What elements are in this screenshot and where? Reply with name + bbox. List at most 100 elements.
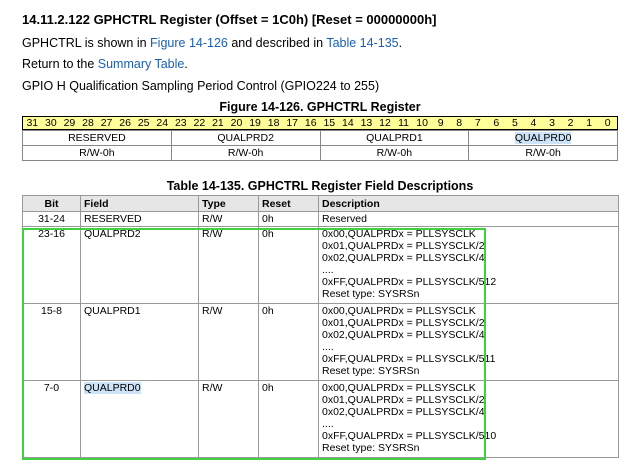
desc-line: 0x00,QUALPRDx = PLLSYSCLK	[322, 228, 476, 240]
cell-bit: 31-24	[22, 211, 81, 227]
bit-number: 19	[249, 117, 261, 129]
bit-number: 30	[45, 117, 57, 129]
col-header-bit: Bit	[22, 195, 81, 212]
bit-number: 18	[267, 117, 280, 129]
bit-number-row: 31 30 29 28 27 26 25 24 23 22 21 20 19 18 17 16 15 14 13 12…	[22, 116, 618, 130]
cell-description: Reserved	[317, 211, 620, 227]
bit-number: 25	[137, 117, 150, 129]
bit-number: 5	[511, 117, 518, 129]
bit-number: 27	[100, 117, 113, 129]
table-row: 23-16 QUALPRD2 R/W 0h 0x00,QUALPRDx = PL…	[22, 226, 620, 304]
desc-line: ....	[322, 341, 334, 353]
intro-middle: and described in	[227, 36, 327, 50]
bit-number: 23	[174, 117, 187, 129]
bit-number: 29	[63, 117, 76, 129]
desc-line: ....	[322, 418, 334, 430]
col-header-reset: Reset	[258, 195, 319, 212]
bit-number: 8	[456, 117, 463, 129]
cell-reset: 0h	[258, 303, 319, 381]
field-description-table: Bit Field Type Reset Description 31-24 R…	[22, 195, 620, 458]
intro-prefix: GPHCTRL is shown in	[22, 36, 151, 50]
cell-type: R/W	[198, 380, 259, 458]
cell-bit: 7-0	[22, 380, 81, 458]
qualprd0-field-highlight: QUALPRD0	[84, 382, 141, 394]
desc-line: 0xFF,QUALPRDx = PLLSYSCLK/512	[322, 276, 497, 288]
bit-number: 9	[437, 117, 444, 129]
desc-line: 0x02,QUALPRDx = PLLSYSCLK/4	[322, 329, 485, 341]
bit-number: 0	[604, 117, 611, 129]
summary-table-link[interactable]: Summary Table	[98, 57, 185, 71]
table-row: 31-24 RESERVED R/W 0h Reserved	[22, 211, 620, 227]
bit-number: 6	[493, 117, 500, 129]
desc-line: Reset type: SYSRSn	[322, 442, 420, 454]
desc-line: Reset type: SYSRSn	[322, 288, 420, 300]
bit-number: 20	[230, 117, 243, 129]
cell-bit: 15-8	[22, 303, 81, 381]
reg-field-qualprd0: QUALPRD0	[468, 130, 618, 146]
cell-field: RESERVED	[80, 211, 199, 227]
bit-number: 1	[586, 117, 593, 129]
register-field-row: RESERVED QUALPRD2 QUALPRD1 QUALPRD0	[22, 130, 618, 146]
bit-number: 14	[342, 117, 354, 129]
desc-line: 0x02,QUALPRDx = PLLSYSCLK/4	[322, 406, 485, 418]
bit-number: 31	[26, 117, 39, 129]
bit-number: 16	[304, 117, 317, 129]
col-header-field: Field	[80, 195, 199, 212]
reg-field-qualprd1: QUALPRD1	[319, 130, 470, 146]
bit-number: 13	[360, 117, 373, 129]
cell-description: 0x00,QUALPRDx = PLLSYSCLK 0x01,QUALPRDx …	[317, 380, 620, 458]
return-prefix: Return to the	[22, 57, 98, 71]
figure-title: Figure 14-126. GPHCTRL Register	[219, 100, 421, 114]
cell-reset: 0h	[258, 226, 319, 304]
cell-type: R/W	[198, 303, 259, 381]
bit-number: 21	[212, 117, 224, 129]
reg-access-qualprd2: R/W-0h	[170, 145, 321, 161]
bit-number: 26	[119, 117, 131, 129]
desc-line: Reset type: SYSRSn	[322, 365, 420, 377]
bit-number: 17	[286, 117, 298, 129]
desc-line: 0x02,QUALPRDx = PLLSYSCLK/4	[322, 252, 485, 264]
table-link[interactable]: Table 14-135	[326, 36, 398, 50]
desc-line: 0xFF,QUALPRDx = PLLSYSCLK/511	[322, 353, 496, 365]
bit-number: 24	[156, 117, 169, 129]
desc-line: 0x01,QUALPRDx = PLLSYSCLK/2	[322, 394, 485, 406]
desc-line: 0xFF,QUALPRDx = PLLSYSCLK/510	[322, 430, 497, 442]
bit-number: 7	[474, 117, 481, 129]
bit-number: 11	[398, 117, 409, 129]
register-layout-table: RESERVED QUALPRD2 QUALPRD1 QUALPRD0 R/W-…	[22, 130, 618, 161]
reg-field-reserved: RESERVED	[22, 130, 172, 146]
reg-access-reserved: R/W-0h	[22, 145, 172, 161]
bit-number: 12	[379, 117, 391, 129]
bit-number: 3	[549, 117, 555, 129]
intro-paragraph: GPHCTRL is shown in Figure 14-126 and de…	[22, 36, 402, 50]
cell-field: QUALPRD1	[80, 303, 199, 381]
desc-line: 0x00,QUALPRDx = PLLSYSCLK	[322, 305, 476, 317]
bit-number: 28	[82, 117, 94, 129]
cell-reset: 0h	[258, 380, 319, 458]
return-suffix: .	[184, 57, 188, 71]
bit-number: 4	[530, 117, 537, 129]
bit-number: 10	[416, 117, 428, 129]
figure-link[interactable]: Figure 14-126	[150, 36, 228, 50]
col-header-description: Description	[317, 195, 620, 212]
cell-field: QUALPRD0	[80, 380, 199, 458]
table-row: 7-0 QUALPRD0 R/W 0h 0x00,QUALPRDx = PLLS…	[22, 380, 620, 458]
register-access-row: R/W-0h R/W-0h R/W-0h R/W-0h	[22, 145, 618, 161]
cell-type: R/W	[198, 211, 259, 227]
reg-access-qualprd0: R/W-0h	[468, 145, 618, 161]
cell-description: 0x00,QUALPRDx = PLLSYSCLK 0x01,QUALPRDx …	[317, 226, 620, 304]
table-row: 15-8 QUALPRD1 R/W 0h 0x00,QUALPRDx = PLL…	[22, 303, 620, 381]
desc-line: 0x00,QUALPRDx = PLLSYSCLK	[322, 382, 476, 394]
cell-field: QUALPRD2	[80, 226, 199, 304]
cell-reset: 0h	[258, 211, 319, 227]
desc-line: ....	[322, 264, 334, 276]
table-header-row: Bit Field Type Reset Description	[22, 195, 620, 212]
register-description: GPIO H Qualification Sampling Period Con…	[22, 79, 380, 93]
cell-bit: 23-16	[22, 226, 81, 304]
table-title: Table 14-135. GPHCTRL Register Field Des…	[166, 179, 474, 193]
return-paragraph: Return to the Summary Table.	[22, 57, 188, 71]
bit-number: 15	[323, 117, 336, 129]
reg-access-qualprd1: R/W-0h	[319, 145, 470, 161]
reg-field-qualprd2: QUALPRD2	[170, 130, 321, 146]
section-heading: 14.11.2.122 GPHCTRL Register (Offset = 1…	[22, 12, 437, 27]
